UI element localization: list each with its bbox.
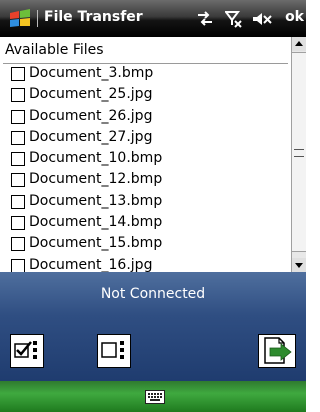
list-item[interactable]: Document_10.bmp — [3, 149, 288, 170]
list-item[interactable]: Document_15.bmp — [3, 234, 288, 255]
deselect-all-icon — [101, 341, 124, 359]
file-name: Document_12.bmp — [29, 171, 163, 188]
file-name: Document_13.bmp — [29, 192, 163, 209]
checkbox[interactable] — [11, 258, 25, 272]
select-all-icon — [14, 341, 37, 359]
soft-key-bar — [0, 381, 306, 412]
file-name: Document_3.bmp — [29, 65, 154, 81]
list-item[interactable]: Document_27.jpg — [3, 128, 288, 149]
title-bar: File Transfer ok — [0, 0, 306, 37]
file-name: Document_26.jpg — [29, 107, 153, 124]
scrollbar-grip — [294, 149, 304, 157]
checkbox[interactable] — [11, 216, 25, 231]
window-title: File Transfer — [44, 9, 143, 25]
keyboard-icon[interactable] — [145, 390, 165, 404]
list-item[interactable]: Document_13.bmp — [3, 192, 288, 213]
speaker-muted-icon[interactable] — [251, 9, 273, 29]
file-transfer-icon — [264, 337, 292, 364]
transfer-button[interactable] — [258, 334, 296, 368]
checkbox[interactable] — [11, 88, 25, 103]
signal-off-icon[interactable] — [225, 9, 243, 29]
file-name: Document_15.bmp — [29, 235, 163, 252]
file-list: Available Files Document_3.bmp Document_… — [0, 37, 306, 273]
scroll-up-icon[interactable] — [292, 37, 306, 51]
checkbox[interactable] — [11, 109, 25, 124]
list-item[interactable]: Document_3.bmp — [3, 64, 288, 85]
scroll-down-icon[interactable] — [292, 258, 306, 272]
checkbox[interactable] — [11, 173, 25, 188]
checkbox[interactable] — [11, 152, 25, 167]
deselect-all-button[interactable] — [97, 334, 131, 368]
scrollbar-thumb[interactable] — [292, 52, 306, 252]
list-item[interactable]: Document_14.bmp — [3, 213, 288, 234]
list-item[interactable]: Document_16.jpg — [3, 256, 288, 272]
status-panel: Not Connected — [0, 272, 306, 381]
file-name: Document_27.jpg — [29, 128, 153, 145]
checkbox[interactable] — [11, 130, 25, 145]
file-name: Document_10.bmp — [29, 150, 163, 167]
connectivity-icon[interactable] — [196, 9, 214, 29]
list-item[interactable]: Document_26.jpg — [3, 107, 288, 128]
list-item[interactable]: Document_12.bmp — [3, 170, 288, 191]
file-rows: Document_3.bmp Document_25.jpg Document_… — [3, 64, 288, 272]
vertical-scrollbar[interactable] — [291, 37, 306, 272]
ok-button[interactable]: ok — [285, 9, 304, 25]
title-separator — [37, 10, 38, 27]
file-name: Document_25.jpg — [29, 86, 153, 103]
select-all-button[interactable] — [10, 334, 44, 368]
list-header: Available Files — [3, 39, 288, 64]
file-name: Document_14.bmp — [29, 214, 163, 231]
list-item[interactable]: Document_25.jpg — [3, 85, 288, 106]
checkbox[interactable] — [11, 237, 25, 252]
checkbox[interactable] — [11, 194, 25, 209]
list-header-label: Available Files — [5, 42, 104, 58]
checkbox[interactable] — [11, 67, 25, 81]
file-name: Document_16.jpg — [29, 256, 153, 272]
connection-status: Not Connected — [100, 286, 206, 302]
windows-flag-icon[interactable] — [9, 9, 31, 29]
